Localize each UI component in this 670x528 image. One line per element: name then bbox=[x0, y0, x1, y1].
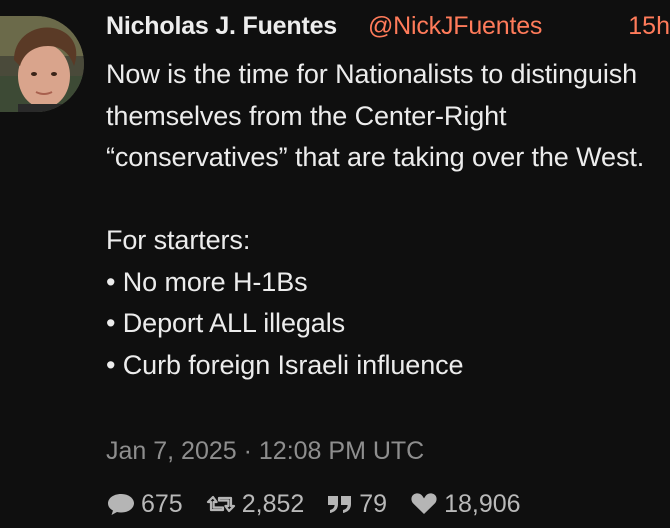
avatar-photo bbox=[0, 16, 84, 112]
author-handle[interactable]: @NickJFuentes bbox=[368, 12, 542, 41]
reply-count: 675 bbox=[141, 489, 183, 518]
like-stat[interactable]: 18,906 bbox=[409, 489, 521, 519]
quote-stat[interactable]: 79 bbox=[326, 490, 387, 519]
quote-icon bbox=[328, 496, 352, 513]
post-paragraph: Now is the time for Nationalists to dist… bbox=[106, 59, 645, 172]
comment-icon bbox=[108, 494, 134, 515]
post-header: Nicholas J. Fuentes @NickJFuentes 15h bbox=[106, 12, 670, 44]
retweet-stat[interactable]: 2,852 bbox=[205, 489, 305, 519]
avatar[interactable] bbox=[0, 16, 84, 112]
post-content: Now is the time for Nationalists to dist… bbox=[106, 54, 666, 386]
heart-icon bbox=[411, 493, 437, 514]
post-timestamp[interactable]: Jan 7, 2025 · 12:08 PM UTC bbox=[106, 437, 424, 466]
bullet-item: • No more H-1Bs bbox=[106, 266, 308, 297]
reply-stat[interactable]: 675 bbox=[106, 490, 183, 519]
quote-count: 79 bbox=[359, 489, 388, 518]
retweet-count: 2,852 bbox=[241, 489, 305, 518]
retweet-icon bbox=[206, 495, 235, 513]
author-name[interactable]: Nicholas J. Fuentes bbox=[106, 12, 337, 41]
bullet-item: • Deport ALL illegals bbox=[106, 308, 345, 338]
post-age[interactable]: 15h bbox=[628, 12, 670, 41]
bullet-item: • Curb foreign Israeli influence bbox=[106, 349, 464, 380]
like-count: 18,906 bbox=[444, 489, 521, 518]
post-intro: For starters: bbox=[106, 225, 251, 255]
post-stats: 675 2,852 79 18,906 bbox=[106, 487, 543, 521]
